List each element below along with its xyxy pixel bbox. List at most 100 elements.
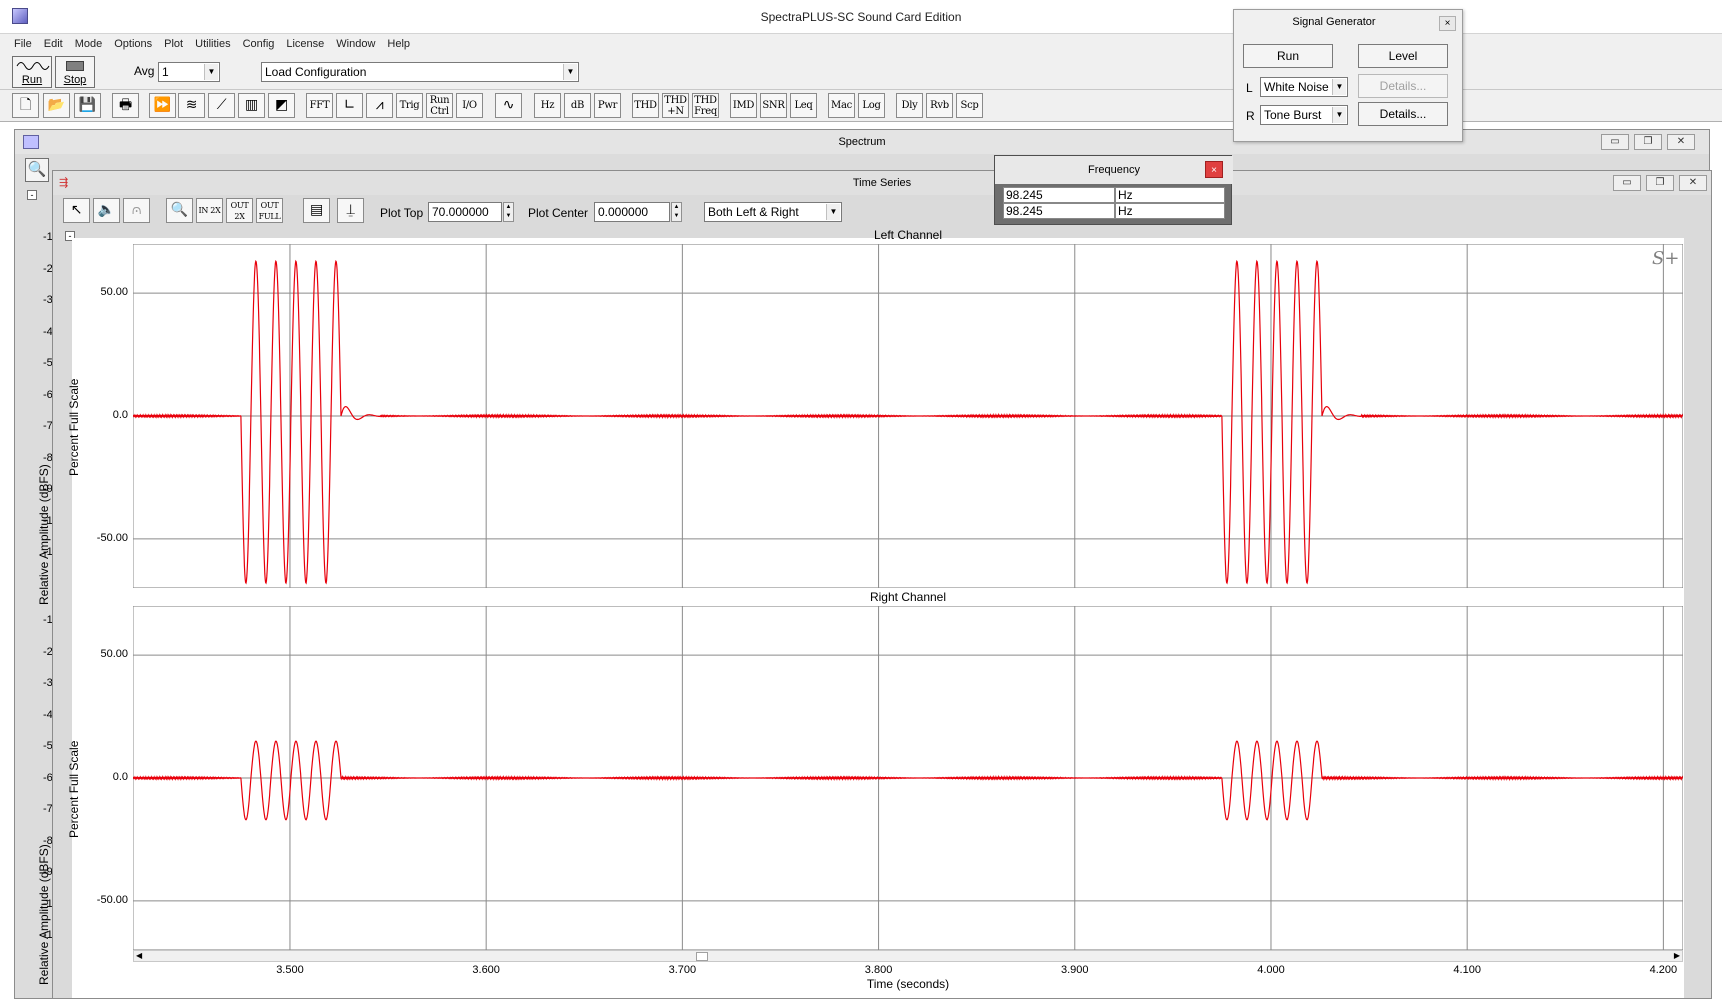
right-channel-plot[interactable] — [133, 606, 1683, 950]
avg-value: 1 — [162, 65, 169, 79]
axis-icon[interactable]: ∟ — [336, 93, 363, 118]
fft-button[interactable]: FFT — [306, 93, 333, 118]
peak-icon[interactable]: ⩘ — [366, 93, 393, 118]
run-button[interactable]: Run — [12, 56, 52, 88]
thd-freq-button[interactable]: THD Freq — [692, 93, 719, 118]
right-signal-select[interactable]: Tone Burst ▼ — [1260, 105, 1348, 125]
menu-utilities[interactable]: Utilities — [189, 34, 236, 54]
spectrogram-icon[interactable]: ▥ — [238, 93, 265, 118]
menu-options[interactable]: Options — [108, 34, 158, 54]
rvb-button[interactable]: Rvb — [926, 93, 953, 118]
x-tick-label: 4.200 — [1649, 964, 1678, 976]
plot-center-label: Plot Center — [528, 206, 589, 220]
minimize-icon[interactable]: ▭ — [1613, 175, 1641, 191]
left-channel-label: L — [1246, 81, 1253, 95]
pwr-button[interactable]: Pwr — [594, 93, 621, 118]
envelope-icon[interactable]: ⩀ — [123, 198, 150, 223]
avg-select[interactable]: 1 ▼ — [158, 62, 220, 82]
right-channel-title: Right Channel — [869, 590, 947, 604]
x-tick-label: 3.900 — [1061, 964, 1089, 976]
right-details-button[interactable]: Details... — [1358, 102, 1448, 126]
menu-window[interactable]: Window — [330, 34, 381, 54]
menu-config[interactable]: Config — [237, 34, 281, 54]
plot-top-label: Plot Top — [380, 206, 424, 220]
scroll-thumb[interactable] — [696, 952, 708, 961]
scp-button[interactable]: Scp — [956, 93, 983, 118]
plot-top-spinner-icon[interactable]: ▲ ▼ — [503, 202, 514, 222]
ramp-icon[interactable]: ⟋ — [208, 93, 235, 118]
frequency-value-2: 98.245 — [1003, 203, 1115, 219]
menu-file[interactable]: File — [8, 34, 38, 54]
3d-plot-icon[interactable]: ◩ — [268, 93, 295, 118]
spectrum-title: Spectrum — [838, 136, 886, 148]
save-icon[interactable]: 💾 — [74, 93, 101, 118]
frequency-unit-1: Hz — [1115, 187, 1225, 203]
x-tick-label: 4.100 — [1453, 964, 1481, 976]
zoom-out-2x-icon[interactable]: OUT 2X — [226, 198, 253, 223]
plot-center-value: 0.000000 — [598, 205, 649, 219]
restore-icon[interactable]: ❐ — [1646, 175, 1674, 191]
close-icon[interactable]: × — [1205, 161, 1223, 178]
speaker-icon[interactable]: 🔈 — [93, 198, 120, 223]
plot-center-spinner-icon[interactable]: ▲ ▼ — [671, 202, 682, 222]
close-icon[interactable]: ✕ — [1679, 175, 1707, 191]
zoom-icon[interactable]: 🔍 — [166, 198, 193, 223]
chevron-down-icon: ▼ — [204, 64, 218, 80]
properties-icon[interactable]: ▤ — [303, 198, 330, 223]
generator-run-button[interactable]: Run — [1243, 44, 1333, 68]
menu-mode[interactable]: Mode — [69, 34, 109, 54]
trig-button[interactable]: Trig — [396, 93, 423, 118]
scroll-right-icon[interactable]: ▶ — [1674, 951, 1680, 960]
horizontal-scrollbar[interactable]: ◀ ▶ — [133, 950, 1683, 962]
zoom-out-full-icon[interactable]: OUT FULL — [256, 198, 283, 223]
close-icon[interactable]: ✕ — [1667, 134, 1695, 150]
time-series-window-icon: ⇶ — [59, 177, 69, 189]
left-channel-plot[interactable] — [133, 244, 1683, 588]
db-button[interactable]: dB — [564, 93, 591, 118]
left-channel-ylabel: Percent Full Scale — [67, 378, 81, 476]
waterfall-icon[interactable]: ≋ — [178, 93, 205, 118]
close-icon[interactable]: × — [1439, 16, 1456, 31]
signal-generator-icon[interactable]: ∿ — [495, 93, 522, 118]
thdn-button[interactable]: THD +N — [662, 93, 689, 118]
io-button[interactable]: I/O — [456, 93, 483, 118]
stop-button[interactable]: Stop — [55, 56, 95, 88]
mac-button[interactable]: Mac — [828, 93, 855, 118]
print-icon[interactable]: 🖶 — [112, 93, 139, 118]
leq-button[interactable]: Leq — [790, 93, 817, 118]
scale-icon[interactable]: ⍊ — [337, 198, 364, 223]
generator-level-button[interactable]: Level — [1358, 44, 1448, 68]
menu-help[interactable]: Help — [381, 34, 416, 54]
y-tick-label: 50.00 — [100, 648, 128, 661]
hz-button[interactable]: Hz — [534, 93, 561, 118]
signal-generator-title: Signal Generator — [1292, 16, 1376, 28]
log-button[interactable]: Log — [858, 93, 885, 118]
channel-mode-select[interactable]: Both Left & Right ▼ — [704, 202, 842, 222]
open-folder-icon[interactable]: 📂 — [43, 93, 70, 118]
channel-mode-value: Both Left & Right — [708, 205, 799, 219]
menu-plot[interactable]: Plot — [158, 34, 189, 54]
plot-center-input[interactable]: 0.000000 — [594, 202, 670, 222]
x-tick-label: 3.800 — [864, 964, 893, 976]
new-file-icon[interactable]: 🗋 — [12, 93, 39, 118]
thd-button[interactable]: THD — [632, 93, 659, 118]
menu-license[interactable]: License — [280, 34, 330, 54]
snr-button[interactable]: SNR — [760, 93, 787, 118]
config-select[interactable]: Load Configuration ▼ — [261, 62, 579, 82]
minimize-icon[interactable]: ▭ — [1601, 134, 1629, 150]
zoom-in-2x-icon[interactable]: IN 2X — [196, 198, 223, 223]
time-series-titlebar: Time Series — [53, 171, 1711, 195]
fast-forward-icon[interactable]: ⏩ — [149, 93, 176, 118]
imd-button[interactable]: IMD — [730, 93, 757, 118]
menu-edit[interactable]: Edit — [38, 34, 69, 54]
pointer-icon[interactable]: ↖ — [63, 198, 90, 223]
left-signal-select[interactable]: White Noise ▼ — [1260, 77, 1348, 97]
plot-top-input[interactable]: 70.000000 — [428, 202, 502, 222]
collapse-icon[interactable]: - — [27, 190, 37, 200]
left-details-button[interactable]: Details... — [1358, 74, 1448, 98]
run-ctrl-button[interactable]: Run Ctrl — [426, 93, 453, 118]
dly-button[interactable]: Dly — [896, 93, 923, 118]
zoom-icon[interactable]: 🔍 — [25, 158, 49, 182]
scroll-left-icon[interactable]: ◀ — [136, 951, 142, 960]
restore-icon[interactable]: ❐ — [1634, 134, 1662, 150]
